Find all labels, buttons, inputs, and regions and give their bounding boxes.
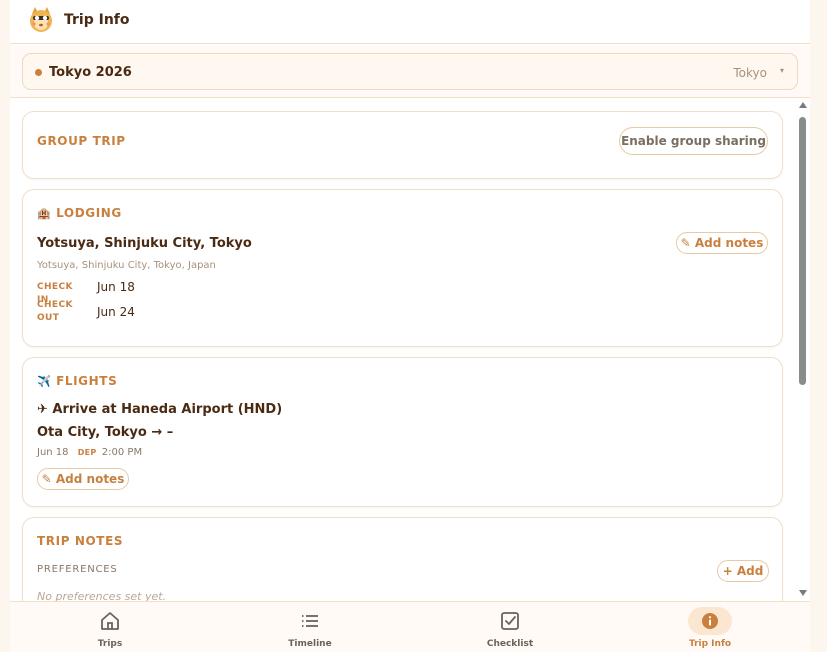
lodging-name: Yotsuya, Shinjuku City, Tokyo: [37, 236, 252, 251]
flight-date: Jun 18: [37, 447, 69, 458]
check-in-date: Jun 18: [97, 280, 135, 294]
flight-route: Ota City, Tokyo → –: [37, 425, 174, 440]
add-preference-button[interactable]: + Add: [717, 560, 769, 582]
bottom-nav: Trips Timeline Checklist Trip Info: [10, 601, 810, 652]
flight-arrival: ✈ Arrive at Haneda Airport (HND): [37, 402, 283, 417]
scrollbar[interactable]: [797, 99, 809, 601]
content-area[interactable]: GROUP TRIP Enable group sharing 🏨 LODGIN…: [10, 99, 810, 601]
nav-label-trip-info: Trip Info: [688, 639, 732, 649]
dep-time: 2:00 PM: [101, 447, 143, 458]
info-icon: [702, 613, 718, 629]
scroll-thumb[interactable]: [799, 117, 806, 385]
flights-title: ✈️ FLIGHTS: [37, 374, 118, 388]
enable-group-sharing-button[interactable]: Enable group sharing: [619, 127, 768, 155]
lodging-add-notes-button[interactable]: ✎ Add notes: [676, 232, 768, 254]
dep-label: DEP: [77, 448, 97, 457]
nav-item-trip-info[interactable]: Trip Info: [610, 602, 810, 652]
lodging-title: 🏨 LODGING: [37, 206, 122, 220]
lodging-address: Yotsuya, Shinjuku City, Tokyo, Japan: [37, 260, 216, 271]
nav-item-trips[interactable]: Trips: [10, 602, 210, 652]
list-icon: [302, 615, 318, 627]
trip-dot-icon: [35, 69, 42, 76]
flight-meta: Jun 18 DEP 2:00 PM: [37, 447, 142, 458]
trip-selector[interactable]: Tokyo 2026 Tokyo ▾: [22, 53, 798, 90]
scroll-down-arrow-icon[interactable]: [799, 590, 807, 596]
trip-notes-title: TRIP NOTES: [37, 534, 124, 548]
hotel-icon: 🏨: [37, 207, 52, 220]
preferences-label: PREFERENCES: [37, 564, 118, 575]
trip-notes-card: TRIP NOTES PREFERENCES + Add No preferen…: [22, 517, 783, 601]
lodging-card: 🏨 LODGING ✎ Add notes Yotsuya, Shinjuku …: [22, 189, 783, 347]
pencil-icon: ✎: [41, 472, 52, 486]
flights-card: ✈️ FLIGHTS ✈ Arrive at Haneda Airport (H…: [22, 357, 783, 507]
home-icon: [101, 612, 119, 630]
check-out-date: Jun 24: [97, 305, 135, 319]
group-trip-title: GROUP TRIP: [37, 134, 126, 148]
pencil-icon: ✎: [680, 236, 691, 250]
nav-label-timeline: Timeline: [288, 639, 332, 649]
header: Trip Info: [10, 0, 810, 44]
checkbox-icon: [501, 612, 519, 630]
trip-bar: Tokyo 2026 Tokyo ▾: [10, 45, 810, 98]
flight-add-notes-button[interactable]: ✎ Add notes: [37, 468, 129, 490]
app: Trip Info Tokyo 2026 Tokyo ▾ GROUP TRIP …: [10, 0, 810, 652]
airplane-icon: ✈️: [37, 375, 52, 388]
trip-city: Tokyo: [733, 66, 767, 80]
scroll-up-arrow-icon[interactable]: [799, 102, 807, 108]
nav-label-trips: Trips: [97, 639, 123, 649]
trip-name: Tokyo 2026: [49, 65, 132, 80]
nav-label-checklist: Checklist: [486, 639, 534, 649]
preferences-empty: No preferences set yet.: [37, 590, 167, 601]
mascot-logo-icon: [30, 7, 52, 32]
check-out-label: CHECK OUT: [37, 300, 73, 323]
group-trip-card: GROUP TRIP Enable group sharing: [22, 111, 783, 179]
chevron-down-icon: ▾: [779, 66, 784, 75]
nav-item-checklist[interactable]: Checklist: [410, 602, 610, 652]
page-title: Trip Info: [64, 12, 130, 28]
nav-item-timeline[interactable]: Timeline: [210, 602, 410, 652]
